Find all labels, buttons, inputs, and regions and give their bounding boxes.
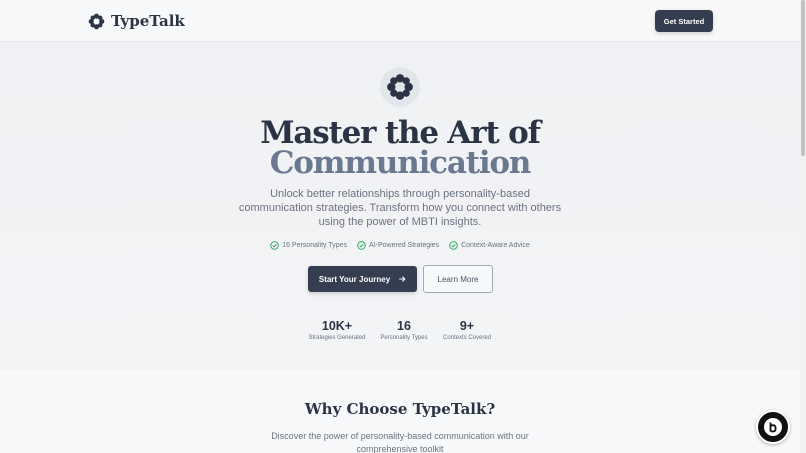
stat-label: Personality Types (380, 335, 428, 341)
stat-value: 10K+ (321, 319, 353, 333)
stat-personality-types: 16 Personality Types (375, 319, 433, 341)
start-journey-label: Start Your Journey (318, 274, 391, 284)
stat-value: 16 (397, 319, 411, 333)
built-with-badge-icon (764, 418, 782, 436)
built-with-badge[interactable] (756, 410, 790, 444)
stat-value: 9+ (459, 319, 475, 333)
feature-item: AI-Powered Strategies (357, 241, 439, 250)
flower-logo-icon (88, 13, 105, 29)
stat-label: Strategies Generated (308, 335, 366, 341)
stat-label: Contexts Covered (442, 335, 492, 341)
get-started-button[interactable]: Get Started (655, 10, 713, 32)
learn-more-button[interactable]: Learn More (423, 265, 493, 293)
why-title: Why Choose TypeTalk? (304, 400, 496, 418)
why-subtitle: Discover the power of personality-based … (271, 431, 529, 453)
feature-item: Context-Aware Advice (449, 241, 530, 250)
feature-label: Context-Aware Advice (461, 242, 530, 249)
feature-label: 16 Personality Types (282, 242, 348, 249)
check-circle-icon (357, 241, 366, 250)
start-journey-button[interactable]: Start Your Journey (308, 266, 417, 292)
scrollbar-thumb[interactable] (801, 0, 805, 156)
check-circle-icon (449, 241, 458, 250)
hero-logo-badge (380, 67, 420, 107)
flower-logo-icon (387, 74, 413, 100)
page-scrollbar[interactable] (800, 0, 806, 453)
feature-list: 16 Personality Types AI-Powered Strategi… (0, 241, 800, 250)
check-circle-icon (270, 241, 279, 250)
hero-section: Master the Art of Communication Unlock b… (0, 43, 800, 370)
feature-label: AI-Powered Strategies (369, 242, 440, 249)
stat-contexts: 9+ Contexts Covered (440, 319, 494, 341)
why-section: Why Choose TypeTalk? Discover the power … (0, 370, 800, 453)
hero-subtitle: Unlock better relationships through pers… (238, 188, 562, 228)
b-logo-icon (769, 422, 777, 433)
stat-strategies: 10K+ Strategies Generated (307, 319, 367, 341)
feature-item: 16 Personality Types (270, 241, 347, 250)
hero-title-line2: Communication (269, 145, 532, 181)
site-header: TypeTalk Get Started (0, 0, 800, 42)
arrow-right-icon (399, 276, 406, 282)
brand-name: TypeTalk (111, 12, 185, 30)
brand-logo[interactable]: TypeTalk (88, 12, 185, 30)
